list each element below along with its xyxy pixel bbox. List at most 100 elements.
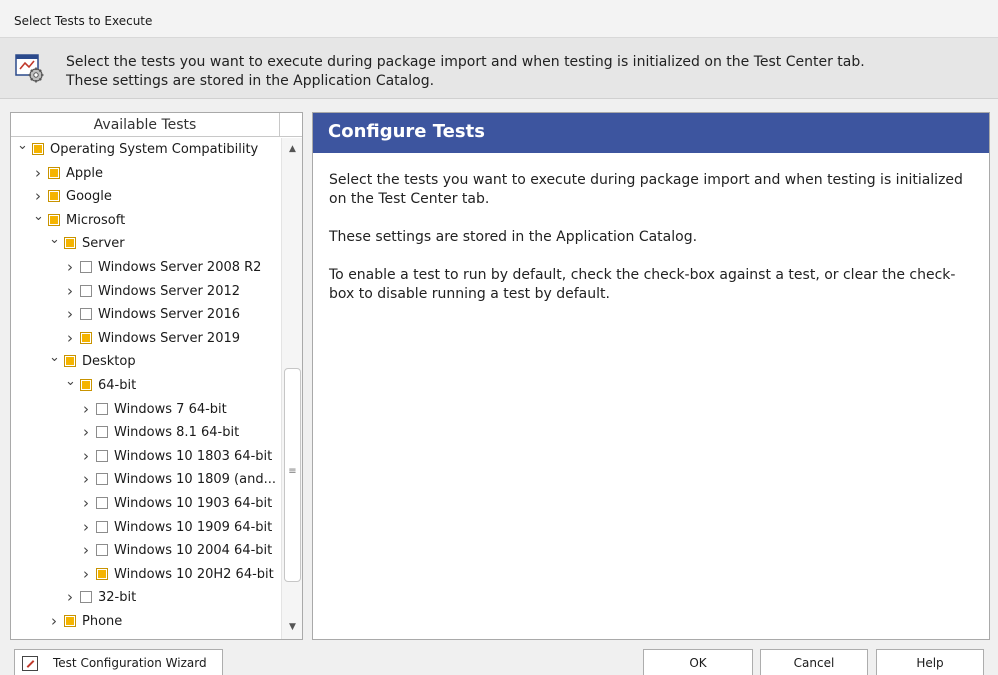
tree-item-checkbox[interactable] <box>80 331 92 344</box>
tree-item[interactable]: › Google <box>11 185 281 208</box>
tree-item-checkbox[interactable] <box>96 567 108 580</box>
chevron-down-icon[interactable]: ⌄ <box>17 138 28 161</box>
settings-gear-window-icon <box>15 54 44 83</box>
chevron-right-icon[interactable]: › <box>81 398 91 421</box>
tree-item-checkbox[interactable] <box>96 520 108 533</box>
chevron-down-icon[interactable]: ⌄ <box>49 232 60 255</box>
window-title: Select Tests to Execute <box>0 0 998 37</box>
tree-item[interactable]: › Windows 10 1803 64-bit <box>11 445 281 468</box>
chevron-right-icon[interactable]: › <box>65 586 75 609</box>
tree-item-label: Windows Server 2019 <box>98 330 241 346</box>
chevron-right-icon[interactable]: › <box>81 445 91 468</box>
tree-item-checkbox[interactable] <box>96 497 108 509</box>
tree-item[interactable]: › Windows Server 2008 R2 <box>11 256 281 279</box>
info-line-2: These settings are stored in the Applica… <box>66 73 435 89</box>
tree-item[interactable]: › Windows 10 1903 64-bit <box>11 492 281 515</box>
tree-item[interactable]: › Apple <box>11 162 281 185</box>
tree-item-checkbox[interactable] <box>48 166 60 179</box>
tree-item-checkbox[interactable] <box>64 237 76 250</box>
tree-item-label: Server <box>82 236 125 252</box>
chevron-right-icon[interactable]: › <box>81 539 91 562</box>
tree-item-checkbox[interactable] <box>80 379 92 391</box>
chevron-right-icon[interactable]: › <box>65 303 75 326</box>
tree-item[interactable]: › 32-bit <box>11 586 281 609</box>
tree-item-label: Phone <box>82 614 123 629</box>
tree-item-checkbox[interactable] <box>96 402 108 415</box>
test-configuration-wizard-button[interactable]: Test Configuration Wizard <box>14 649 223 675</box>
tree-item-label: Windows 8.1 64-bit <box>114 425 240 441</box>
content-paragraph: These settings are stored in the Applica… <box>329 229 698 245</box>
tree-item[interactable]: › Windows Server 2012 <box>11 280 281 303</box>
tree-item-label: Microsoft <box>66 212 126 228</box>
chevron-right-icon[interactable]: › <box>65 256 75 279</box>
chevron-right-icon[interactable]: › <box>49 610 59 633</box>
tree-item-checkbox[interactable] <box>48 213 60 226</box>
tree-item-label: 32-bit <box>98 590 137 606</box>
tree-item-checkbox[interactable] <box>32 143 44 155</box>
info-text: Select the tests you want to execute dur… <box>66 53 865 91</box>
tree-item-checkbox[interactable] <box>96 473 108 486</box>
chevron-right-icon[interactable]: › <box>81 421 91 444</box>
tree-item[interactable]: ⌄ 64-bit <box>11 374 281 397</box>
chevron-right-icon[interactable]: › <box>81 492 91 515</box>
tree-item[interactable]: ⌄ Desktop <box>11 350 281 373</box>
chevron-down-icon[interactable]: ⌄ <box>49 350 60 373</box>
tree-item[interactable]: › Windows 10 20H2 64-bit <box>11 563 281 586</box>
tree-item-checkbox[interactable] <box>96 426 108 439</box>
tree-item[interactable]: ⌄ Operating System Compatibility <box>11 138 281 161</box>
tree-item-label: Windows Server 2016 <box>98 307 241 323</box>
tree-item-checkbox[interactable] <box>80 308 92 321</box>
chevron-right-icon[interactable]: › <box>81 563 91 586</box>
chevron-right-icon[interactable]: › <box>81 516 91 539</box>
help-button[interactable]: Help <box>876 649 984 675</box>
tree-item[interactable]: › Phone <box>11 610 281 633</box>
available-tests-panel: Available Tests ⌄ Operating System Compat… <box>10 112 303 640</box>
tree-item[interactable]: › Windows 8.1 64-bit <box>11 421 281 444</box>
chevron-right-icon[interactable]: › <box>65 327 75 350</box>
tree-item-label: Apple <box>66 165 104 181</box>
wizard-label: Test Configuration Wizard <box>53 656 207 670</box>
tree-item-checkbox[interactable] <box>96 544 108 557</box>
tree-item[interactable]: › Windows 10 2004 64-bit <box>11 539 281 562</box>
tree-item-label: Operating System Compatibility <box>50 142 259 157</box>
tree-item[interactable]: › Windows Server 2016 <box>11 303 281 326</box>
tree-item-checkbox[interactable] <box>64 615 76 627</box>
chevron-right-icon[interactable]: › <box>33 185 43 208</box>
tree-item-checkbox[interactable] <box>64 355 76 368</box>
tree-item-label: Windows Server 2012 <box>98 283 241 299</box>
tree-scrollbar[interactable]: ▲ ≡ ▼ <box>281 138 302 639</box>
tree-item-label: Windows 7 64-bit <box>114 401 227 417</box>
chevron-right-icon[interactable]: › <box>65 280 75 303</box>
tree-item[interactable]: › Windows 7 64-bit <box>11 398 281 421</box>
tree-item-checkbox[interactable] <box>48 190 60 203</box>
scroll-thumb[interactable]: ≡ <box>284 368 301 582</box>
scroll-up-icon[interactable]: ▲ <box>282 140 302 158</box>
tree-item-checkbox[interactable] <box>80 284 92 297</box>
tree-item-label: Windows 10 1909 64-bit <box>114 519 273 535</box>
tree-header: Available Tests <box>11 113 302 137</box>
chevron-right-icon[interactable]: › <box>81 468 91 491</box>
tree-header-divider <box>279 113 280 137</box>
tree-item[interactable]: › Windows Server 2019 <box>11 327 281 350</box>
tree-item[interactable]: ⌄ Microsoft <box>11 209 281 232</box>
chevron-down-icon[interactable]: ⌄ <box>33 209 44 232</box>
scroll-down-icon[interactable]: ▼ <box>282 618 302 636</box>
wizard-checklist-icon <box>22 656 38 671</box>
content-title: Configure Tests <box>328 121 485 142</box>
tree-item-checkbox[interactable] <box>80 591 92 604</box>
tree-item[interactable]: ⌄ Server <box>11 232 281 255</box>
chevron-right-icon[interactable]: › <box>33 162 43 185</box>
tree-item-label: Windows 10 1903 64-bit <box>114 496 273 511</box>
dialog: Select Tests to Execute Select the tests… <box>0 0 998 675</box>
chevron-down-icon[interactable]: ⌄ <box>65 374 76 397</box>
tree-item[interactable]: › Windows 10 1909 64-bit <box>11 516 281 539</box>
info-banner: Select the tests you want to execute dur… <box>0 37 998 99</box>
tree-item[interactable]: › Windows 10 1809 (and... <box>11 468 281 491</box>
ok-button[interactable]: OK <box>643 649 753 675</box>
footer: Test Configuration Wizard OK Cancel Help <box>0 645 998 675</box>
tree-item-checkbox[interactable] <box>96 449 108 462</box>
content-paragraph: To enable a test to run by default, chec… <box>329 267 956 302</box>
tree-item-checkbox[interactable] <box>80 261 92 273</box>
cancel-button[interactable]: Cancel <box>760 649 868 675</box>
tree-item-label: 64-bit <box>98 378 137 393</box>
